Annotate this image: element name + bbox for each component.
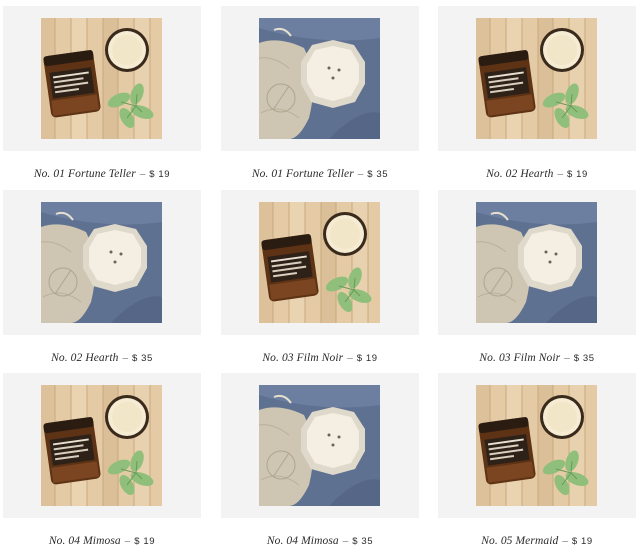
product-price: $ 19 <box>356 353 378 364</box>
product-image-frame[interactable] <box>221 6 419 151</box>
product-caption[interactable]: No. 03 Film Noir – $ 35 <box>438 348 636 366</box>
product-caption[interactable]: No. 04 Mimosa – $ 35 <box>221 531 419 549</box>
product-price: $ 19 <box>134 536 156 547</box>
product-image-frame[interactable] <box>3 373 201 518</box>
product-photo[interactable] <box>259 18 380 139</box>
price-separator: – <box>557 168 564 180</box>
product-name[interactable]: No. 02 Hearth <box>486 168 553 180</box>
product-caption[interactable]: No. 03 Film Noir – $ 19 <box>221 348 419 366</box>
product-price: $ 35 <box>352 536 374 547</box>
product-photo[interactable] <box>259 202 380 323</box>
price-separator: – <box>139 168 146 180</box>
product-image-frame[interactable] <box>3 190 201 335</box>
product-name[interactable]: No. 04 Mimosa <box>49 535 121 547</box>
product-name[interactable]: No. 05 Mermaid <box>481 535 558 547</box>
price-separator: – <box>564 352 570 364</box>
product-caption[interactable]: No. 01 Fortune Teller – $ 35 <box>221 164 419 182</box>
product-image-frame[interactable] <box>438 373 636 518</box>
product-grid: No. 01 Fortune Teller – $ 19 No. 01 Fortun… <box>0 0 640 549</box>
product-image-frame[interactable] <box>438 190 636 335</box>
product-name[interactable]: No. 01 Fortune Teller <box>34 168 136 180</box>
product-name[interactable]: No. 01 Fortune Teller <box>252 168 354 180</box>
product-caption[interactable]: No. 02 Hearth – $ 19 <box>438 164 636 182</box>
product-photo[interactable] <box>476 18 597 139</box>
product-price: $ 19 <box>567 169 588 180</box>
product-image-frame[interactable] <box>438 6 636 151</box>
product-photo[interactable] <box>41 385 162 506</box>
price-separator: – <box>562 535 568 547</box>
product-price: $ 35 <box>132 353 153 364</box>
price-separator: – <box>357 168 364 180</box>
product-name[interactable]: No. 02 Hearth <box>51 352 118 364</box>
product-photo[interactable] <box>41 202 162 323</box>
product-caption[interactable]: No. 05 Mermaid – $ 19 <box>438 531 636 549</box>
price-separator: – <box>342 535 349 547</box>
product-photo[interactable] <box>476 385 597 506</box>
product-image-frame[interactable] <box>3 6 201 151</box>
product-photo[interactable] <box>476 202 597 323</box>
product-caption[interactable]: No. 02 Hearth – $ 35 <box>3 348 201 366</box>
product-image-frame[interactable] <box>221 190 419 335</box>
product-price: $ 35 <box>573 353 595 364</box>
product-name[interactable]: No. 03 Film Noir <box>262 352 343 364</box>
product-photo[interactable] <box>259 385 380 506</box>
product-price: $ 19 <box>149 169 171 180</box>
product-image-frame[interactable] <box>221 373 419 518</box>
product-price: $ 35 <box>367 169 389 180</box>
price-separator: – <box>124 535 131 547</box>
product-price: $ 19 <box>571 536 593 547</box>
product-caption[interactable]: No. 01 Fortune Teller – $ 19 <box>3 164 201 182</box>
product-caption[interactable]: No. 04 Mimosa – $ 19 <box>3 531 201 549</box>
price-separator: – <box>122 352 129 364</box>
product-name[interactable]: No. 03 Film Noir <box>479 352 560 364</box>
price-separator: – <box>347 352 353 364</box>
product-name[interactable]: No. 04 Mimosa <box>267 535 339 547</box>
product-photo[interactable] <box>41 18 162 139</box>
